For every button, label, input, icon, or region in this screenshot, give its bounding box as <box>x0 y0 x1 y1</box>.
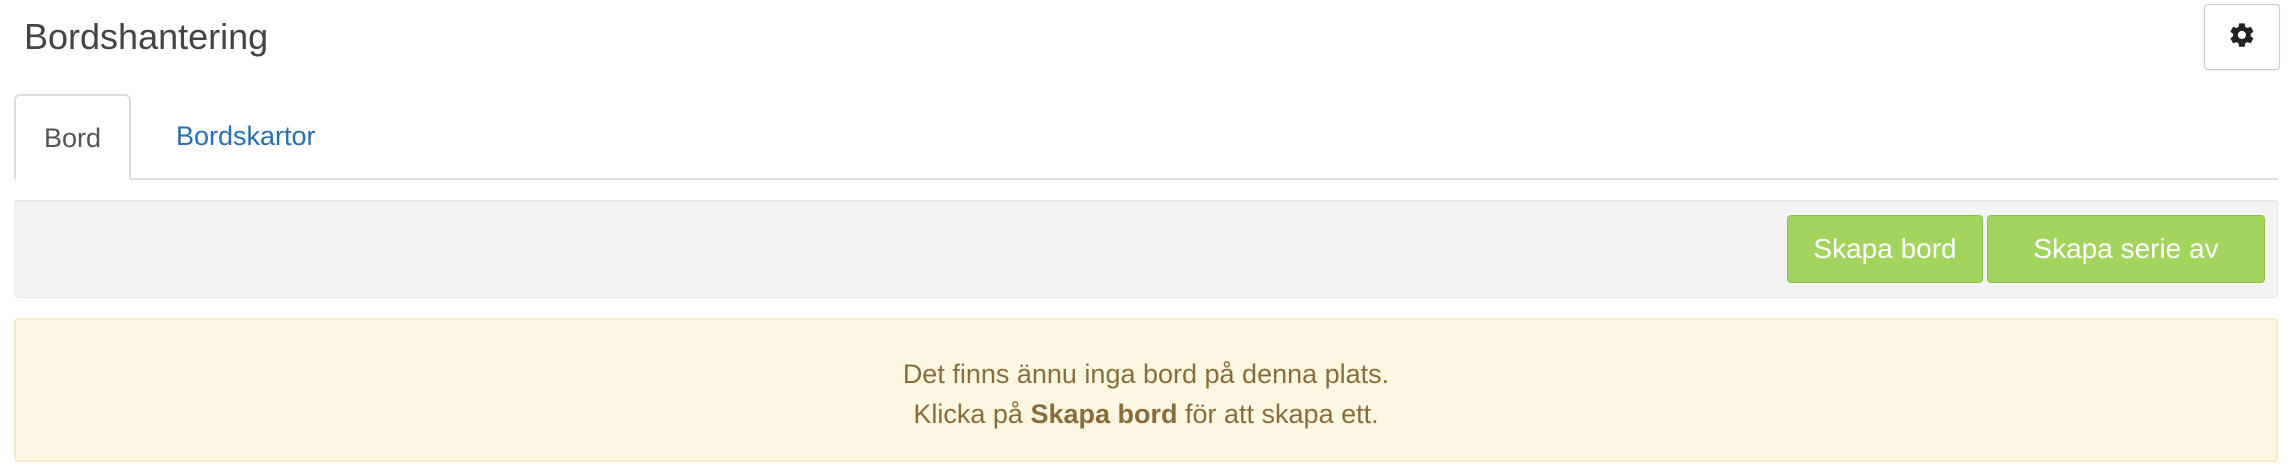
tab-bord[interactable]: Bord <box>14 94 131 180</box>
gear-icon <box>2228 21 2256 54</box>
alert-line-1: Det finns ännu inga bord på denna plats. <box>902 359 1390 389</box>
alert-line-2-prefix: Klicka på <box>913 399 1031 429</box>
tab-bordskartor[interactable]: Bordskartor <box>148 94 344 178</box>
empty-state-alert: Det finns ännu inga bord på denna plats.… <box>14 318 2278 462</box>
create-table-button[interactable]: Skapa bord <box>1787 215 1983 283</box>
settings-button[interactable] <box>2204 4 2280 70</box>
page: Bordshantering Bord Bordskartor Skapa bo… <box>0 0 2292 474</box>
alert-line-2-suffix: för att skapa ett. <box>1177 399 1379 429</box>
alert-line-2: Klicka på Skapa bord för att skapa ett. <box>16 394 2276 434</box>
alert-line-2-bold: Skapa bord <box>1030 399 1178 429</box>
toolbar: Skapa bord Skapa serie av bord <box>14 200 2278 330</box>
page-title: Bordshantering <box>24 16 269 57</box>
tab-bar: Bord Bordskartor <box>14 94 2278 180</box>
create-table-series-button[interactable]: Skapa serie av bord <box>1987 215 2265 330</box>
